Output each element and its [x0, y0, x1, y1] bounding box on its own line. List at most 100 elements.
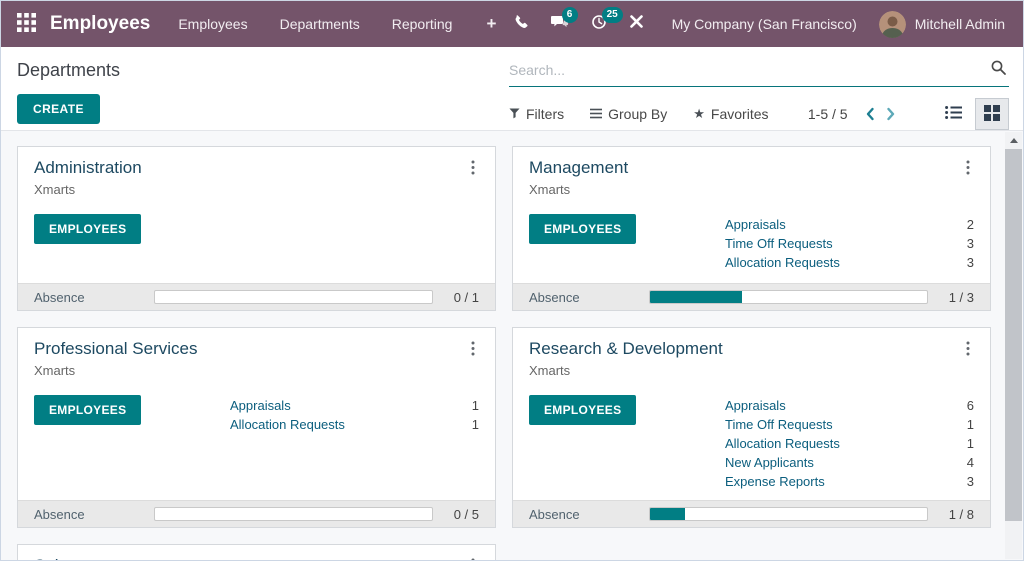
- department-name[interactable]: Professional Services: [34, 339, 197, 359]
- pager-next-button[interactable]: [884, 105, 898, 123]
- app-menus: Employees Departments Reporting +: [178, 14, 496, 34]
- control-panel-right: Filters Group By ★ Favorites 1-5 / 5: [509, 57, 1009, 130]
- absence-progress-fill: [650, 291, 743, 303]
- control-panel-left: Departments CREATE: [17, 57, 509, 130]
- link-allocation-requests[interactable]: Allocation Requests: [230, 415, 345, 434]
- card-menu-icon[interactable]: [962, 339, 974, 363]
- stat-row: Allocation Requests 3: [725, 253, 974, 272]
- card-menu-icon[interactable]: [962, 158, 974, 182]
- kanban-card-sales[interactable]: Sales: [17, 544, 496, 560]
- department-company: Xmarts: [34, 363, 76, 378]
- scrollbar[interactable]: [1005, 132, 1022, 559]
- department-name[interactable]: Management: [529, 158, 628, 178]
- kanban-card-research-development[interactable]: Research & Development Xmarts EMPLOYEES …: [512, 327, 991, 528]
- kanban-view: Administration Xmarts EMPLOYEES Absence: [1, 131, 1023, 560]
- employees-button[interactable]: EMPLOYEES: [34, 395, 142, 425]
- stat-row: Appraisals 6: [725, 396, 974, 415]
- control-panel: Departments CREATE Filters: [1, 47, 1023, 131]
- phone-button[interactable]: [513, 14, 529, 35]
- activities-badge: 25: [601, 6, 623, 23]
- stat-row: Appraisals 1: [230, 396, 479, 415]
- search-icon[interactable]: [990, 59, 1007, 81]
- link-time-off-requests[interactable]: Time Off Requests: [725, 415, 833, 434]
- navbar-left: Employees Employees Departments Reportin…: [13, 9, 496, 39]
- app-window: Employees Employees Departments Reportin…: [0, 0, 1024, 561]
- stat-row: New Applicants 4: [725, 453, 974, 472]
- card-body: Sales: [18, 545, 495, 560]
- link-new-applicants[interactable]: New Applicants: [725, 453, 814, 472]
- phone-icon: [513, 14, 529, 35]
- menu-reporting[interactable]: Reporting: [392, 16, 453, 32]
- stat-row: Allocation Requests 1: [230, 415, 479, 434]
- employees-button[interactable]: EMPLOYEES: [529, 214, 637, 244]
- view-switcher: [937, 98, 1009, 130]
- apps-menu-button[interactable]: [13, 9, 40, 39]
- messages-badge: 6: [561, 6, 578, 23]
- search-input[interactable]: [509, 62, 990, 78]
- pager-previous-button[interactable]: [863, 105, 877, 123]
- department-name[interactable]: Research & Development: [529, 339, 723, 359]
- company-switcher[interactable]: My Company (San Francisco): [672, 16, 857, 32]
- stat-row: Time Off Requests 1: [725, 415, 974, 434]
- create-button[interactable]: CREATE: [17, 94, 100, 124]
- absence-progressbar: [154, 290, 433, 304]
- card-menu-icon[interactable]: [467, 158, 479, 182]
- stat-count: 6: [966, 398, 974, 413]
- card-head: Management Xmarts: [529, 158, 974, 197]
- list-view-button[interactable]: [937, 98, 971, 130]
- search-controls-row: Filters Group By ★ Favorites 1-5 / 5: [509, 98, 1009, 130]
- link-appraisals[interactable]: Appraisals: [725, 396, 786, 415]
- group-by-button[interactable]: Group By: [590, 106, 667, 122]
- card-row: EMPLOYEES Appraisals 2 Time Off Requests 3…: [529, 214, 974, 272]
- stat-links: Appraisals 1 Allocation Requests 1: [230, 395, 479, 434]
- card-head: Professional Services Xmarts: [34, 339, 479, 378]
- card-menu-icon[interactable]: [467, 556, 479, 560]
- employees-button[interactable]: EMPLOYEES: [34, 214, 142, 244]
- page-title: Departments: [17, 60, 121, 80]
- stat-links: Appraisals 6 Time Off Requests 1 Allocatio…: [725, 395, 974, 491]
- scrollbar-thumb[interactable]: [1005, 149, 1022, 521]
- messages-button[interactable]: 6: [550, 6, 578, 35]
- link-expense-reports[interactable]: Expense Reports: [725, 472, 825, 491]
- tools-button[interactable]: [629, 14, 644, 34]
- kanban-card-management[interactable]: Management Xmarts EMPLOYEES Appraisals 2 …: [512, 146, 991, 311]
- absence-footer: Absence 0 / 5: [18, 500, 495, 527]
- card-body: Management Xmarts EMPLOYEES Appraisals 2 …: [513, 147, 990, 283]
- card-body: Administration Xmarts EMPLOYEES: [18, 147, 495, 283]
- department-name[interactable]: Administration: [34, 158, 142, 178]
- menu-departments[interactable]: Departments: [280, 16, 360, 32]
- link-time-off-requests[interactable]: Time Off Requests: [725, 234, 833, 253]
- link-allocation-requests[interactable]: Allocation Requests: [725, 253, 840, 272]
- user-menu[interactable]: Mitchell Admin: [878, 10, 1005, 38]
- top-navbar: Employees Employees Departments Reportin…: [1, 1, 1023, 47]
- link-allocation-requests[interactable]: Allocation Requests: [725, 434, 840, 453]
- kanban-view-button[interactable]: [974, 98, 1009, 130]
- card-row: EMPLOYEES Appraisals 1 Allocation Request…: [34, 395, 479, 434]
- stat-count: 1: [966, 417, 974, 432]
- pager-range: 1-5 / 5: [807, 106, 848, 122]
- group-by-label: Group By: [608, 106, 668, 122]
- add-menu-button[interactable]: +: [486, 14, 496, 34]
- favorites-button[interactable]: ★ Favorites: [693, 106, 768, 122]
- employees-button[interactable]: EMPLOYEES: [529, 395, 637, 425]
- absence-progressbar: [649, 290, 928, 304]
- absence-label: Absence: [34, 506, 85, 522]
- stat-row: Time Off Requests 3: [725, 234, 974, 253]
- department-name[interactable]: Sales: [34, 556, 77, 560]
- link-appraisals[interactable]: Appraisals: [230, 396, 291, 415]
- card-menu-icon[interactable]: [467, 339, 479, 363]
- activities-button[interactable]: 25: [591, 6, 623, 35]
- absence-count: 0 / 5: [453, 506, 479, 522]
- link-appraisals[interactable]: Appraisals: [725, 215, 786, 234]
- card-row: EMPLOYEES Appraisals 6 Time Off Requests 1…: [529, 395, 974, 491]
- scrollbar-up-arrow[interactable]: [1005, 132, 1022, 148]
- filters-button[interactable]: Filters: [509, 106, 564, 122]
- department-company: Xmarts: [34, 182, 76, 197]
- kanban-card-professional-services[interactable]: Professional Services Xmarts EMPLOYEES A…: [17, 327, 496, 528]
- card-head: Administration Xmarts: [34, 158, 479, 197]
- absence-label: Absence: [529, 289, 580, 305]
- menu-employees[interactable]: Employees: [178, 16, 247, 32]
- kanban-card-administration[interactable]: Administration Xmarts EMPLOYEES Absence: [17, 146, 496, 311]
- absence-count: 1 / 8: [948, 506, 974, 522]
- search-facets: Filters Group By ★ Favorites: [509, 106, 769, 122]
